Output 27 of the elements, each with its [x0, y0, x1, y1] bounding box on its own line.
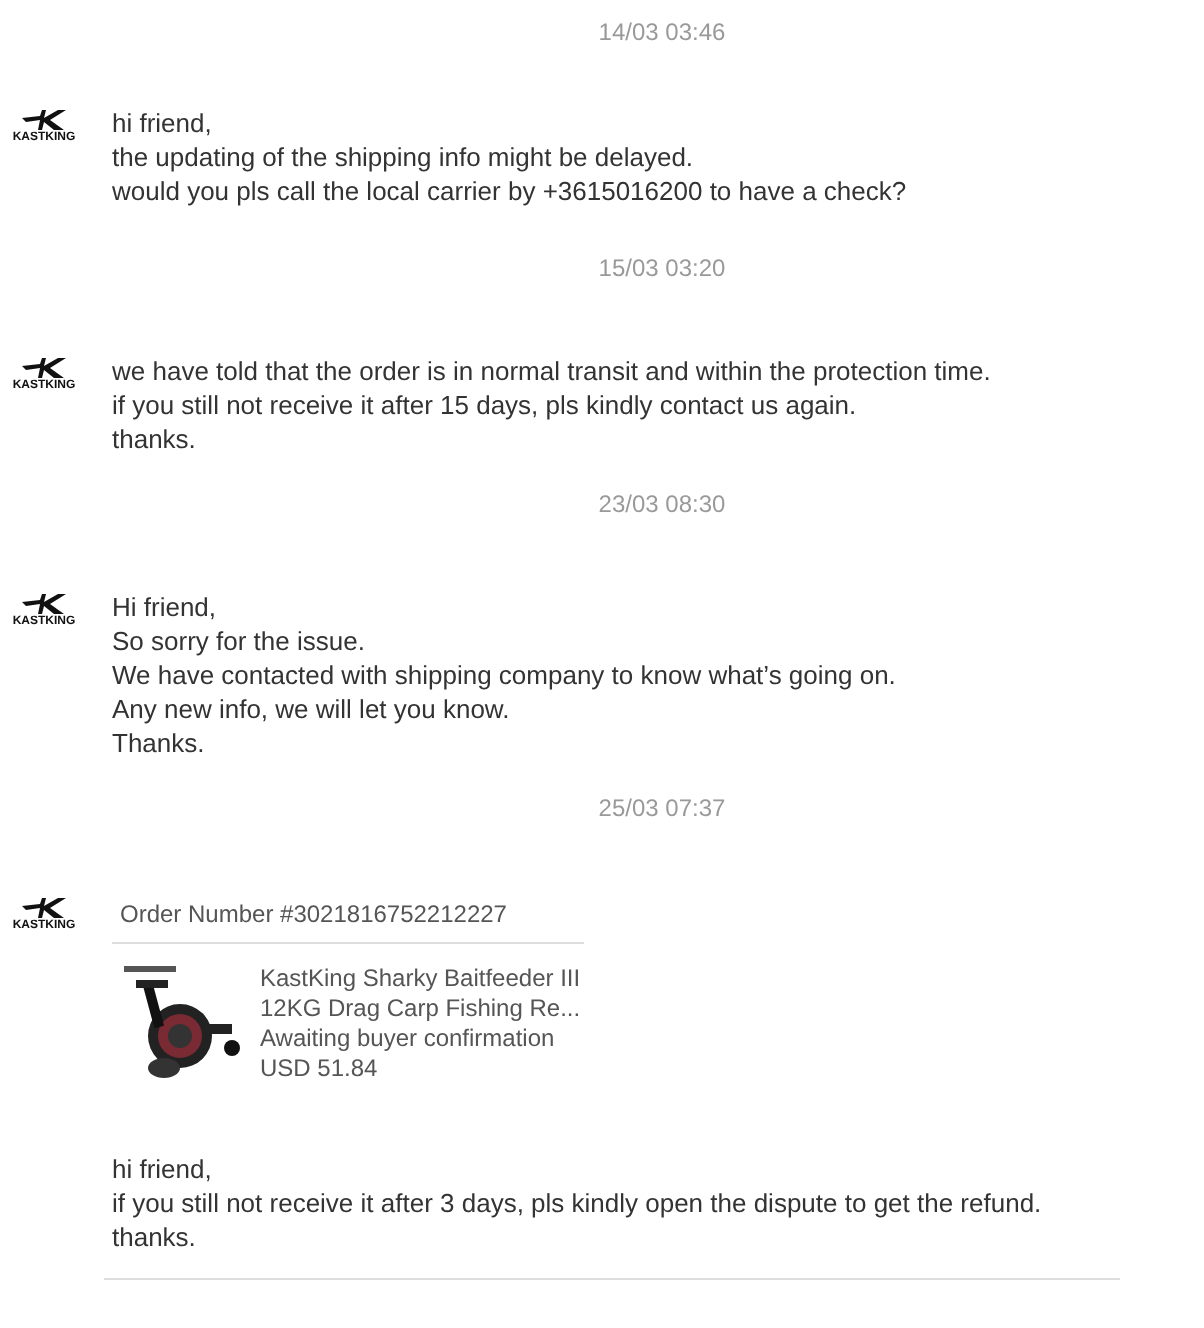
- timestamp: 23/03 08:30: [596, 488, 728, 522]
- logo-icon: [22, 358, 66, 378]
- timestamp: 14/03 03:46: [596, 16, 728, 50]
- logo-icon: [22, 110, 66, 130]
- message-text: if you still not receive it after 3 days, pls kindly open the dispute to get the refund.: [112, 1186, 1044, 1220]
- message-text: Any new info, we will let you know.: [112, 692, 512, 726]
- message-text: We have contacted with shipping company to know what’s going on.: [112, 658, 896, 692]
- message-text: hi friend,: [112, 106, 214, 140]
- message-text: So sorry for the issue.: [112, 624, 367, 658]
- message-text: the updating of the shipping info might be delayed.: [112, 140, 696, 174]
- message-text: we have told that the order is in normal transit and within the protection time.: [112, 354, 991, 388]
- order-number: Order Number #3021816752212227: [112, 898, 584, 944]
- order-price: USD 51.84: [260, 1054, 380, 1084]
- timestamp: 15/03 03:20: [596, 252, 728, 286]
- product-title: KastKing Sharky Baitfeeder III: [260, 964, 581, 994]
- message-text: would you pls call the local carrier by +3615016200 to have a check?: [112, 174, 907, 208]
- message-text: hi friend,: [112, 1152, 214, 1186]
- logo-icon: [22, 594, 66, 614]
- order-status: Awaiting buyer confirmation: [260, 1024, 557, 1054]
- message-text: if you still not receive it after 15 days, pls kindly contact us again.: [112, 388, 859, 422]
- message-text: Hi friend,: [112, 590, 219, 624]
- timestamp: 25/03 07:37: [596, 792, 728, 826]
- message-text: thanks.: [112, 422, 198, 456]
- product-title: 12KG Drag Carp Fishing Re...: [260, 994, 581, 1024]
- logo-icon: [22, 898, 66, 918]
- message-text: Thanks.: [112, 726, 207, 760]
- message-text: thanks.: [112, 1220, 198, 1254]
